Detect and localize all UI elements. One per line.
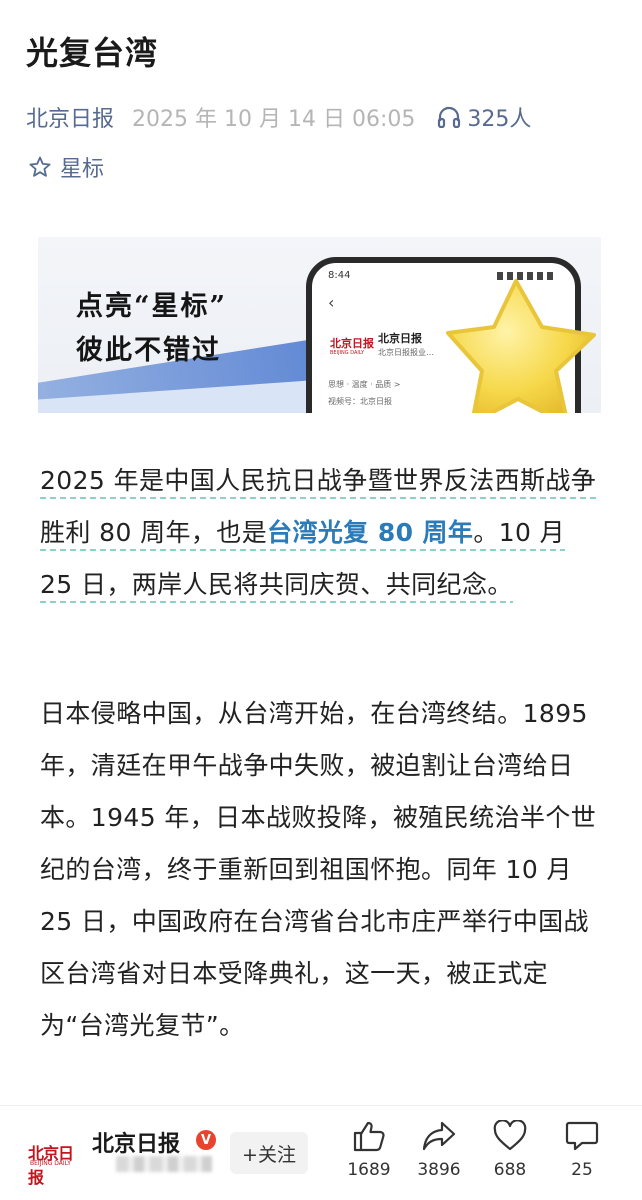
follow-button[interactable]: +关注 (230, 1132, 308, 1174)
topic-link[interactable]: 台湾光复 80 周年 (267, 518, 473, 547)
phone-account-name: 北京日报 (378, 332, 422, 345)
comment-bubble-icon (565, 1121, 599, 1151)
share-arrow-icon (422, 1121, 456, 1151)
favorite-button[interactable]: 688 (475, 1120, 545, 1180)
phone-tags: 思想 · 温度 · 品质 > (328, 380, 401, 389)
verified-badge-icon: V (196, 1130, 216, 1150)
bottom-action-bar: 北京日报 BEIJING DAILY 北京日报 V +关注 1689 3896 … (0, 1105, 642, 1200)
star-decoration-icon (446, 279, 596, 413)
comment-button[interactable]: 25 (547, 1120, 617, 1180)
back-icon: ‹ (328, 293, 335, 312)
paragraph-2: 日本侵略中国，从台湾开始，在台湾终结。1895 年，清廷在甲午战争中失败，被迫割… (40, 699, 597, 1040)
phone-logo-sub: BEIJING DAILY (330, 350, 365, 356)
account-name[interactable]: 北京日报 (92, 1126, 180, 1158)
star-label: 星标 (60, 157, 105, 182)
paragraph-1: 2025 年是中国人民抗日战争暨世界反法西斯战争胜利 80 周年，也是台湾光复 … (40, 455, 602, 611)
thumbs-up-icon (353, 1121, 385, 1152)
star-outline-icon (29, 156, 51, 177)
headphones-icon (438, 106, 461, 128)
listener-count: 325人 (467, 107, 532, 132)
blurred-account-info (116, 1156, 212, 1172)
share-button[interactable]: 3896 (404, 1120, 474, 1180)
phone-account-desc: 北京日报报业… (378, 348, 434, 357)
comment-count: 25 (571, 1160, 593, 1180)
banner-slogan: 点亮“星标” 彼此不错过 (76, 285, 227, 373)
banner-line-1: 点亮“星标” (76, 291, 228, 322)
article-title: 光复台湾 (26, 34, 159, 72)
share-count: 3896 (417, 1160, 461, 1180)
phone-logo: 北京日报 (330, 337, 374, 350)
star-promo-banner: 点亮“星标” 彼此不错过 8:44 ‹ 北京日报 BEIJING DAILY 北… (38, 237, 601, 413)
publish-date: 2025 年 10 月 14 日 06:05 (132, 107, 416, 132)
author-link[interactable]: 北京日报 (26, 101, 114, 133)
listen-button[interactable]: 325人 (437, 101, 531, 133)
phone-time: 8:44 (328, 270, 351, 281)
avatar[interactable]: 北京日报 BEIJING DAILY (24, 1126, 78, 1187)
phone-channel: 视频号：北京日报 (328, 397, 392, 406)
star-button[interactable]: 星标 (28, 150, 104, 184)
banner-line-2: 彼此不错过 (76, 335, 221, 366)
like-count: 1689 (347, 1160, 391, 1180)
heart-icon (493, 1120, 527, 1151)
article-meta: 北京日报 2025 年 10 月 14 日 06:05 325人 (26, 100, 531, 134)
favorite-count: 688 (493, 1160, 527, 1180)
avatar-logo-sub: BEIJING DAILY (30, 1160, 71, 1167)
like-button[interactable]: 1689 (334, 1120, 404, 1180)
